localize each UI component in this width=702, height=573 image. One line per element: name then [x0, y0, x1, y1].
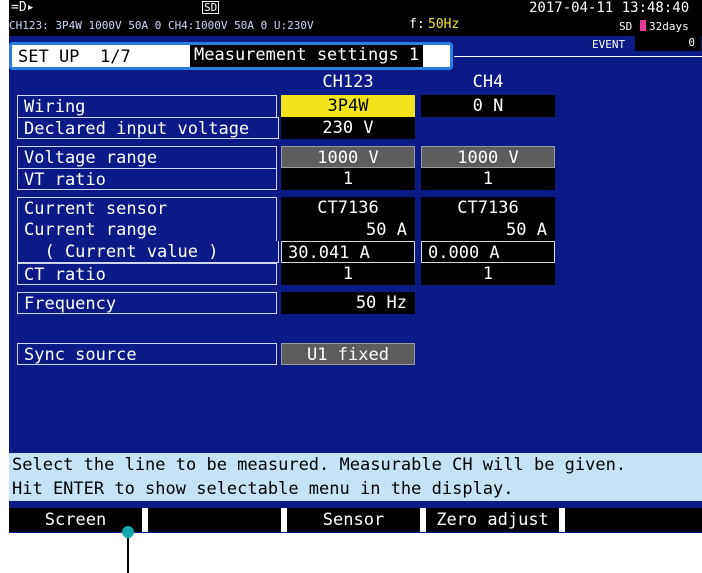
- sync-source-value: U1 fixed: [281, 343, 415, 365]
- vt-ratio-label: VT ratio: [17, 168, 277, 190]
- f2-button[interactable]: [148, 508, 287, 532]
- wiring-ch4-value[interactable]: 0 N: [421, 95, 555, 117]
- sd-label: SD: [619, 20, 633, 33]
- declared-voltage-value[interactable]: 230 V: [281, 117, 415, 139]
- status-summary: CH123: 3P4W 1000V 50A 0 CH4:1000V 50A 0 …: [9, 19, 314, 32]
- vt-ratio-ch4-value[interactable]: 1: [421, 168, 555, 190]
- datetime: 2017-04-11 13:48:40: [529, 0, 690, 16]
- sd-days: 32days: [649, 20, 689, 33]
- ct-ratio-label: CT ratio: [17, 263, 277, 285]
- voltage-range-ch4-value: 1000 V: [421, 146, 555, 168]
- function-key-bar: Screen Sensor Zero adjust: [9, 505, 702, 533]
- current-sensor-label: Current sensor: [17, 197, 277, 219]
- ct-ratio-ch4-value[interactable]: 1: [421, 263, 555, 285]
- f3-sensor-button[interactable]: Sensor: [287, 508, 426, 532]
- freq-label: f:: [409, 17, 425, 32]
- callout-line: [127, 535, 129, 573]
- event-count: 0: [635, 36, 701, 51]
- status-bar: =D▸ SD 2017-04-11 13:48:40 CH123: 3P4W 1…: [9, 0, 702, 36]
- sd-capacity-marker: [640, 20, 646, 31]
- callout-dot: [122, 526, 134, 538]
- vt-ratio-ch123-value[interactable]: 1: [281, 168, 415, 190]
- current-sensor-ch4-value[interactable]: CT7136: [421, 197, 555, 219]
- current-value-label: ( Current value ): [17, 241, 279, 263]
- current-sensor-ch123-value[interactable]: CT7136: [281, 197, 415, 219]
- event-label: EVENT: [592, 38, 626, 51]
- f4-label: Zero adjust: [436, 510, 549, 530]
- page-indicator: 1/7: [100, 47, 131, 67]
- column-header-ch123: CH123: [322, 72, 374, 92]
- setup-label: SET UP: [18, 47, 80, 67]
- frequency-label: Frequency: [17, 292, 277, 314]
- current-value-ch4: 0.000 A: [421, 241, 555, 263]
- divider: [454, 56, 702, 57]
- setup-header: SET UP 1/7 Measurement settings 1: [9, 42, 453, 70]
- freq-value: 50Hz: [428, 17, 460, 32]
- voltage-range-ch123-value: 1000 V: [281, 146, 415, 168]
- sync-source-label: Sync source: [17, 343, 277, 365]
- display-mode-icon: =D▸: [11, 0, 35, 15]
- help-text-panel: Select the line to be measured. Measurab…: [9, 453, 702, 501]
- current-range-label: Current range: [17, 219, 277, 241]
- f3-label: Sensor: [322, 510, 385, 530]
- column-header-ch4: CH4: [472, 72, 504, 92]
- frequency-value[interactable]: 50 Hz: [281, 292, 415, 314]
- current-range-ch123-value[interactable]: 50 A: [281, 219, 415, 241]
- voltage-range-label: Voltage range: [17, 146, 277, 168]
- instrument-screen: =D▸ SD 2017-04-11 13:48:40 CH123: 3P4W 1…: [9, 0, 702, 533]
- f4-zero-adjust-button[interactable]: Zero adjust: [426, 508, 565, 532]
- sd-card-icon: SD: [202, 1, 220, 14]
- declared-voltage-label: Declared input voltage: [17, 117, 279, 139]
- wiring-ch123-value[interactable]: 3P4W: [281, 95, 415, 117]
- f5-button[interactable]: [565, 508, 702, 532]
- current-range-ch4-value[interactable]: 50 A: [421, 219, 555, 241]
- current-value-ch123: 30.041 A: [281, 241, 415, 263]
- ct-ratio-ch123-value[interactable]: 1: [281, 263, 415, 285]
- page-title: Measurement settings 1: [190, 45, 424, 67]
- help-line-1: Select the line to be measured. Measurab…: [12, 455, 627, 475]
- wiring-label: Wiring: [17, 95, 277, 117]
- help-line-2: Hit ENTER to show selectable menu in the…: [12, 479, 514, 499]
